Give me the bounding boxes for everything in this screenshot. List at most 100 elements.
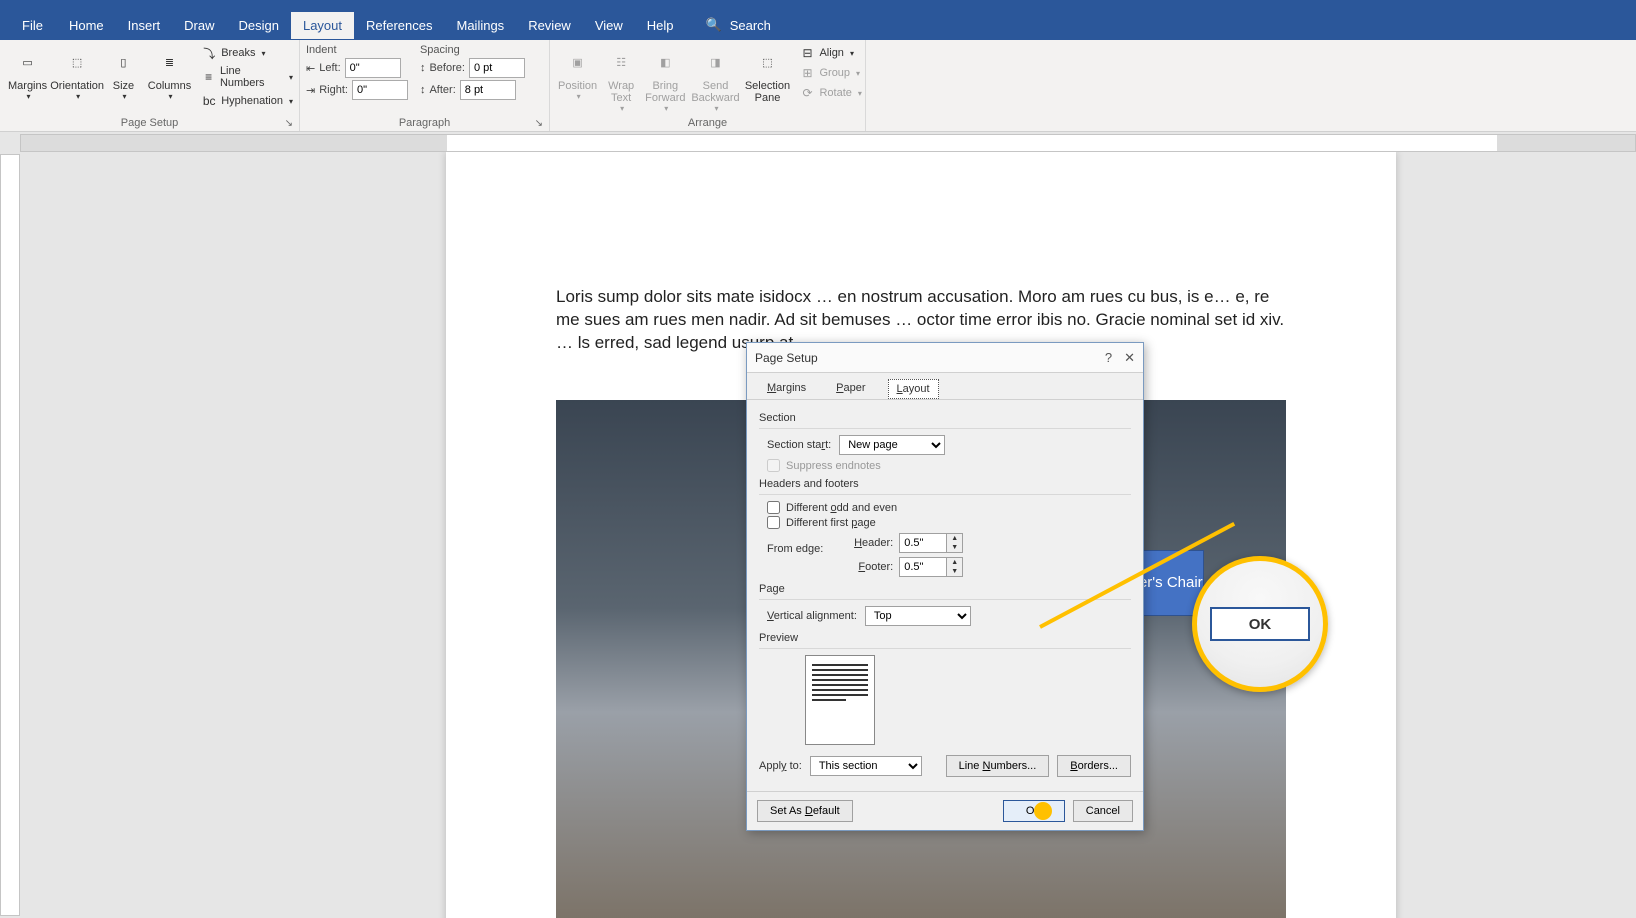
wrap-text-icon: ☷ [605, 46, 637, 78]
ribbon: ▭ Margins ▾ ⬚ Orientation ▾ ▯ Size ▾ ≣ C… [0, 40, 1636, 132]
dialog-title-text: Page Setup [755, 351, 818, 365]
spacing-heading: Spacing [420, 44, 525, 56]
borders-button[interactable]: Borders... [1057, 755, 1131, 777]
indent-left-label: Left: [319, 62, 340, 74]
chevron-down-icon: ▾ [714, 104, 718, 113]
tab-review[interactable]: Review [516, 12, 583, 39]
spinner-down-icon[interactable]: ▼ [947, 567, 962, 576]
diff-first-page-checkbox[interactable] [767, 516, 780, 529]
tab-layout-dialog[interactable]: Layout [888, 379, 939, 399]
tab-paper[interactable]: Paper [828, 379, 873, 399]
footer-input[interactable] [899, 557, 947, 577]
group-icon: ⊞ [799, 65, 815, 81]
line-numbers-button[interactable]: ≡ Line Numbers ▾ [201, 64, 293, 90]
orientation-button[interactable]: ⬚ Orientation ▾ [53, 44, 101, 110]
line-numbers-label: Line Numbers [220, 65, 283, 89]
columns-button[interactable]: ≣ Columns ▾ [146, 44, 193, 110]
tab-home[interactable]: Home [57, 12, 116, 39]
margins-icon: ▭ [12, 46, 44, 78]
header-spinner[interactable]: ▲▼ [899, 533, 963, 553]
cancel-button[interactable]: Cancel [1073, 800, 1133, 822]
arrange-group-label: Arrange [556, 115, 859, 131]
line-numbers-icon: ≡ [201, 69, 216, 85]
tab-margins[interactable]: Margins [759, 379, 814, 399]
close-icon[interactable]: ✕ [1124, 350, 1135, 366]
tab-help[interactable]: Help [635, 12, 686, 39]
footer-label: Footer: [841, 561, 893, 573]
chevron-down-icon: ▾ [289, 73, 293, 82]
selection-pane-label: Selection Pane [745, 80, 790, 104]
breaks-label: Breaks [221, 47, 255, 59]
help-icon[interactable]: ? [1105, 350, 1112, 366]
breaks-icon: ⤵ [201, 45, 217, 61]
margins-button[interactable]: ▭ Margins ▾ [6, 44, 49, 110]
search-icon: 🔍 [706, 17, 722, 33]
tab-references[interactable]: References [354, 12, 444, 39]
preview-heading: Preview [759, 632, 1131, 644]
apply-to-select[interactable]: This section [810, 756, 922, 776]
chevron-down-icon: ▾ [858, 89, 862, 98]
chevron-down-icon: ▾ [664, 104, 668, 113]
apply-to-label: Apply to: [759, 760, 802, 772]
send-backward-button[interactable]: ◨ Send Backward ▾ [691, 44, 739, 115]
size-button[interactable]: ▯ Size ▾ [105, 44, 142, 110]
indent-right-label: Right: [319, 84, 348, 96]
tab-layout[interactable]: Layout [291, 12, 354, 39]
set-as-default-button[interactable]: Set As Default [757, 800, 853, 822]
bring-forward-button[interactable]: ◧ Bring Forward ▾ [643, 44, 687, 115]
indent-right-input[interactable] [352, 80, 408, 100]
dialog-launcher-icon[interactable]: ↘ [285, 118, 293, 129]
line-numbers-dialog-button[interactable]: Line Numbers... [946, 755, 1050, 777]
spinner-down-icon[interactable]: ▼ [947, 543, 962, 552]
file-menu[interactable]: File [8, 12, 57, 39]
group-button[interactable]: ⊞ Group ▾ [799, 64, 861, 82]
position-label: Position [558, 80, 597, 92]
headers-heading: Headers and footers [759, 478, 1131, 490]
indent-left-input[interactable] [345, 58, 401, 78]
spinner-up-icon[interactable]: ▲ [947, 558, 962, 567]
align-button[interactable]: ⊟ Align ▾ [799, 44, 861, 62]
search-box[interactable]: 🔍 Search [706, 17, 771, 33]
spacing-before-input[interactable] [469, 58, 525, 78]
send-backward-icon: ◨ [699, 46, 731, 78]
spinner-up-icon[interactable]: ▲ [947, 534, 962, 543]
tab-view[interactable]: View [583, 12, 635, 39]
spacing-after-label: After: [429, 84, 455, 96]
selection-pane-button[interactable]: ⬚ Selection Pane [743, 44, 791, 115]
dialog-titlebar[interactable]: Page Setup ? ✕ [747, 343, 1143, 373]
tab-mailings[interactable]: Mailings [445, 12, 517, 39]
spacing-after-input[interactable] [460, 80, 516, 100]
ruler-horizontal[interactable] [0, 132, 1636, 154]
wrap-text-button[interactable]: ☷ Wrap Text ▾ [603, 44, 639, 115]
align-label: Align [819, 47, 843, 59]
ruler-vertical[interactable] [0, 154, 20, 916]
page-setup-group-label: Page Setup ↘ [6, 115, 293, 131]
paragraph-group-label: Paragraph ↘ [306, 115, 543, 131]
group-label: Group [819, 67, 850, 79]
preview-thumbnail [805, 655, 875, 745]
dialog-tabs: Margins Paper Layout [747, 373, 1143, 399]
chevron-down-icon: ▾ [168, 92, 172, 101]
bring-forward-label: Bring Forward [645, 80, 685, 104]
suppress-endnotes-checkbox [767, 459, 780, 472]
breaks-button[interactable]: ⤵ Breaks ▾ [201, 44, 293, 62]
page-setup-dialog: Page Setup ? ✕ Margins Paper Layout Sect… [746, 342, 1144, 831]
header-input[interactable] [899, 533, 947, 553]
dialog-launcher-icon[interactable]: ↘ [535, 118, 543, 129]
orientation-label: Orientation [50, 80, 104, 92]
spacing-before-label: Before: [429, 62, 464, 74]
rotate-icon: ⟳ [799, 85, 815, 101]
tab-design[interactable]: Design [227, 12, 291, 39]
diff-odd-even-checkbox[interactable] [767, 501, 780, 514]
ok-button-zoomed: OK [1210, 607, 1310, 641]
footer-spinner[interactable]: ▲▼ [899, 557, 963, 577]
tab-insert[interactable]: Insert [116, 12, 173, 39]
wrap-text-label: Wrap Text [605, 80, 637, 104]
hyphenation-button[interactable]: bc Hyphenation ▾ [201, 92, 293, 110]
rotate-button[interactable]: ⟳ Rotate ▾ [799, 84, 861, 102]
position-button[interactable]: ▣ Position ▾ [556, 44, 599, 115]
valign-select[interactable]: Top [865, 606, 971, 626]
tab-draw[interactable]: Draw [172, 12, 226, 39]
indent-right-icon: ⇥ [306, 84, 315, 97]
section-start-select[interactable]: New page [839, 435, 945, 455]
